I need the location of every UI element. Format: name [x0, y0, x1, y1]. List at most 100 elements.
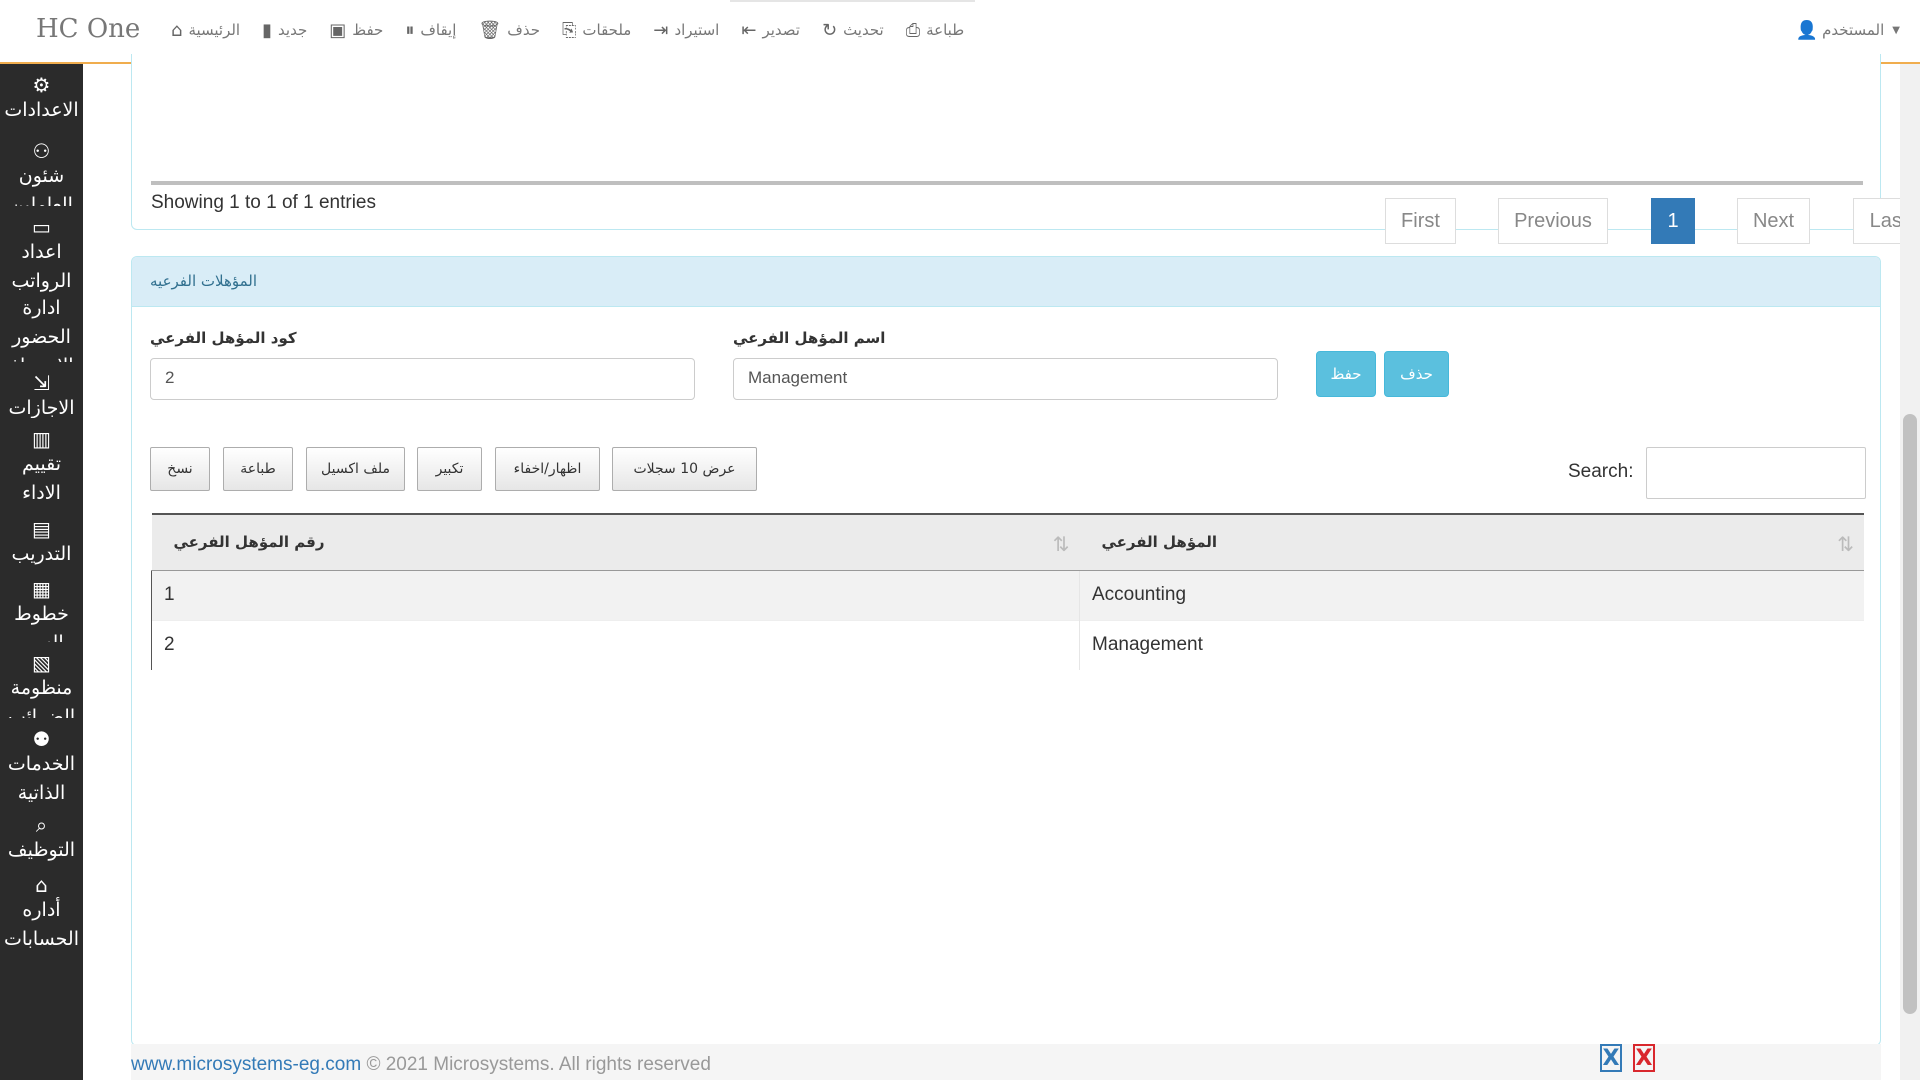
- pager-page-1[interactable]: 1: [1651, 198, 1695, 244]
- table-info: Showing 1 to 1 of 1 entries: [151, 192, 376, 213]
- pager-next[interactable]: Next: [1737, 198, 1810, 244]
- sidebar-item-label: اعداد الرواتب: [11, 241, 72, 292]
- bank-icon: ⌂: [35, 873, 48, 897]
- sidebar-item-taxes[interactable]: ▧ منظومة الضرائب: [0, 642, 83, 718]
- pause-icon: ⏸: [405, 19, 415, 41]
- user-icon: 👤: [1795, 19, 1819, 41]
- scrollbar[interactable]: [1900, 64, 1920, 1080]
- column-header-number-label: رقم المؤهل الفرعي: [173, 533, 325, 552]
- calculator-icon: ▧: [32, 651, 51, 675]
- search-icon: ⌕: [35, 813, 48, 837]
- refresh-icon: ↻: [821, 19, 838, 41]
- nav-new[interactable]: ▮ جديد: [251, 0, 318, 60]
- search-input[interactable]: [1646, 447, 1866, 499]
- search-label: Search:: [1568, 461, 1634, 482]
- zoom-button[interactable]: تكبير: [417, 447, 482, 491]
- nav-home[interactable]: ⌂ الرئيسية: [160, 0, 251, 60]
- cell-name: Accounting: [1079, 569, 1864, 620]
- nav-home-label: الرئيسية: [188, 21, 241, 39]
- panel-heading: المؤهلات الفرعيه: [132, 257, 1880, 307]
- nav-export[interactable]: ⇤ تصدير: [730, 0, 811, 60]
- code-field[interactable]: 2: [150, 358, 695, 400]
- nav-print-label: طباعة: [926, 21, 965, 39]
- nav-new-label: جديد: [278, 21, 308, 39]
- sidebar-item-routes[interactable]: ▦خطوط السير: [0, 568, 83, 642]
- sort-icon: ⇅: [1837, 532, 1854, 556]
- column-header-name[interactable]: المؤهل الفرعي ⇅: [1079, 513, 1864, 571]
- sidebar-item-label: الخدمات الذاتية: [7, 753, 76, 804]
- sidebar-item-label: خطوط السير: [14, 603, 69, 642]
- cell-number: 2: [151, 619, 1080, 670]
- sidebar-item-accounts[interactable]: ⌂ أداره الحسابات: [0, 864, 83, 954]
- scrollbar-thumb[interactable]: [1903, 414, 1917, 1014]
- pager-previous[interactable]: Previous: [1498, 198, 1608, 244]
- user-menu[interactable]: 👤 المستخدم ▼: [1796, 0, 1900, 60]
- nav-save-label: حفظ: [352, 21, 384, 39]
- sub-qualifications-panel: المؤهلات الفرعيه كود المؤهل الفرعي 2 اسم…: [131, 256, 1881, 1046]
- wallet-icon: ▭: [32, 215, 51, 239]
- sidebar-item-personnel[interactable]: ⚇ شئون العاملين: [0, 130, 83, 206]
- save-button[interactable]: حفظ: [1316, 351, 1376, 397]
- show-rows-button[interactable]: عرض 10 سجلات: [612, 447, 757, 491]
- blue-x-icon[interactable]: X: [1600, 1044, 1622, 1072]
- user-label: المستخدم: [1822, 21, 1885, 39]
- sidebar-item-settings[interactable]: ⚙ الاعدادات: [0, 64, 83, 130]
- print-icon: ⎙: [905, 19, 921, 41]
- pager-first[interactable]: First: [1385, 198, 1456, 244]
- cell-name: Management: [1079, 619, 1864, 670]
- table-header-row: رقم المؤهل الفرعي ⇅ المؤهل الفرعي ⇅: [151, 513, 1864, 571]
- column-toggle-button[interactable]: اظهار/اخفاء: [495, 447, 600, 491]
- sidebar-item-self-services[interactable]: ⚉ الخدمات الذاتية: [0, 718, 83, 804]
- sidebar-item-label: منظومة الضرائب: [7, 677, 76, 718]
- nav-import[interactable]: ⇥ استيراد: [642, 0, 730, 60]
- sidebar-item-training[interactable]: ▤ التدريب: [0, 508, 83, 568]
- footer-copyright: © 2021 Microsystems. All rights reserved: [366, 1054, 711, 1075]
- table-row[interactable]: 2 Management: [151, 619, 1864, 670]
- brand-logo[interactable]: HC One: [36, 14, 140, 44]
- nav-print[interactable]: ⎙ طباعة: [895, 0, 975, 60]
- delete-button[interactable]: حذف: [1384, 351, 1449, 397]
- code-label: كود المؤهل الفرعي: [150, 329, 297, 347]
- nav-save[interactable]: ▣ حفظ: [318, 0, 394, 60]
- sidebar-item-recruitment[interactable]: ⌕ التوظيف: [0, 804, 83, 864]
- name-field[interactable]: Management: [733, 358, 1278, 400]
- save-icon: ▣: [329, 19, 347, 41]
- footer-site-link[interactable]: www.microsystems-eg.com: [131, 1054, 361, 1075]
- excel-button[interactable]: ملف اكسيل: [306, 447, 405, 491]
- main-content: Showing 1 to 1 of 1 entries First Previo…: [83, 54, 1920, 1080]
- nav-refresh[interactable]: ↻ تحديث: [811, 0, 895, 60]
- sidebar-item-label: ادارة الحضور والانصراف: [0, 297, 83, 362]
- sidebar-item-leaves[interactable]: ⇲ الاجازات: [0, 362, 83, 418]
- sidebar-item-label: شئون العاملين: [10, 165, 73, 206]
- name-label: اسم المؤهل الفرعي: [733, 329, 886, 347]
- column-header-name-label: المؤهل الفرعي: [1101, 533, 1218, 552]
- trash-icon: 🗑: [478, 19, 502, 41]
- person-icon: ⚇: [32, 139, 51, 163]
- bus-icon: ▦: [32, 577, 51, 601]
- nav-import-label: استيراد: [674, 21, 720, 39]
- nav-pause-label: إيقاف: [420, 21, 457, 39]
- sidebar: ⚙ الاعدادات ⚇ شئون العاملين ▭ اعداد الرواتب…: [0, 64, 83, 1080]
- sub-qualifications-table: رقم المؤهل الفرعي ⇅ المؤهل الفرعي ⇅ 1 Acco…: [151, 513, 1864, 670]
- nav-delete[interactable]: 🗑 حذف: [467, 0, 551, 60]
- copy-button[interactable]: نسخ: [150, 447, 210, 491]
- sidebar-item-performance[interactable]: ▥ تقييم الاداء: [0, 418, 83, 508]
- table-row[interactable]: 1 Accounting: [151, 569, 1864, 620]
- sidebar-item-label: تقييم الاداء: [21, 453, 61, 504]
- users-icon: ⚉: [32, 727, 51, 751]
- bar-chart-icon: ▥: [32, 427, 51, 451]
- nav-pause[interactable]: ⏸ إيقاف: [394, 0, 467, 60]
- caret-down-icon: ▼: [1892, 24, 1900, 36]
- book-icon: ▤: [32, 517, 51, 541]
- red-x-icon[interactable]: X: [1633, 1044, 1655, 1072]
- import-icon: ⇥: [653, 19, 669, 41]
- nav-attachments[interactable]: ⎘ ملحقات: [551, 0, 642, 60]
- print-button[interactable]: طباعة: [223, 447, 293, 491]
- nav-attachments-label: ملحقات: [582, 21, 632, 39]
- sidebar-item-attendance[interactable]: ادارة الحضور والانصراف: [0, 294, 83, 362]
- top-table-panel: Showing 1 to 1 of 1 entries First Previo…: [131, 54, 1920, 244]
- sidebar-item-payroll[interactable]: ▭ اعداد الرواتب: [0, 206, 83, 294]
- column-header-number[interactable]: رقم المؤهل الفرعي ⇅: [151, 513, 1080, 571]
- nav-export-label: تصدير: [762, 21, 800, 39]
- sidebar-item-label: الاجازات: [8, 397, 75, 418]
